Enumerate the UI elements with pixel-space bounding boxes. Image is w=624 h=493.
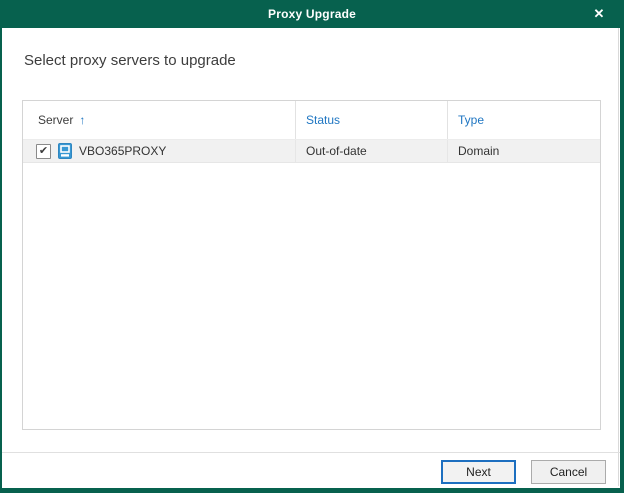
type-value: Domain — [458, 144, 499, 158]
cancel-button[interactable]: Cancel — [531, 460, 606, 484]
column-header-status[interactable]: Status — [296, 101, 448, 139]
cell-type: Domain — [448, 140, 600, 162]
status-value: Out-of-date — [306, 144, 367, 158]
proxy-upgrade-dialog: Proxy Upgrade ✕ Select proxy servers to … — [0, 0, 624, 493]
column-header-server[interactable]: Server ↑ — [23, 101, 296, 139]
next-button[interactable]: Next — [441, 460, 516, 484]
sort-ascending-icon: ↑ — [79, 113, 85, 127]
close-icon[interactable]: ✕ — [582, 0, 616, 28]
page-title: Select proxy servers to upgrade — [24, 52, 236, 69]
row-checkbox[interactable]: ✔ — [36, 144, 51, 159]
server-name: VBO365PROXY — [79, 144, 166, 158]
proxy-server-table: Server ↑ Status Type ✔ VBO365PROXY — [22, 100, 601, 430]
titlebar: Proxy Upgrade ✕ — [0, 0, 624, 28]
table-header-row: Server ↑ Status Type — [23, 101, 600, 140]
column-header-server-label: Server — [38, 113, 73, 127]
column-header-type[interactable]: Type — [448, 101, 600, 139]
cell-status: Out-of-date — [296, 140, 448, 162]
column-header-status-label: Status — [306, 113, 340, 127]
window-inner-edge — [618, 28, 619, 486]
table-row[interactable]: ✔ VBO365PROXY Out-of-date Domain — [23, 140, 600, 163]
dialog-title: Proxy Upgrade — [268, 7, 356, 21]
proxy-server-icon — [58, 143, 72, 159]
column-header-type-label: Type — [458, 113, 484, 127]
cell-server: ✔ VBO365PROXY — [23, 140, 296, 162]
footer-divider — [2, 452, 620, 453]
